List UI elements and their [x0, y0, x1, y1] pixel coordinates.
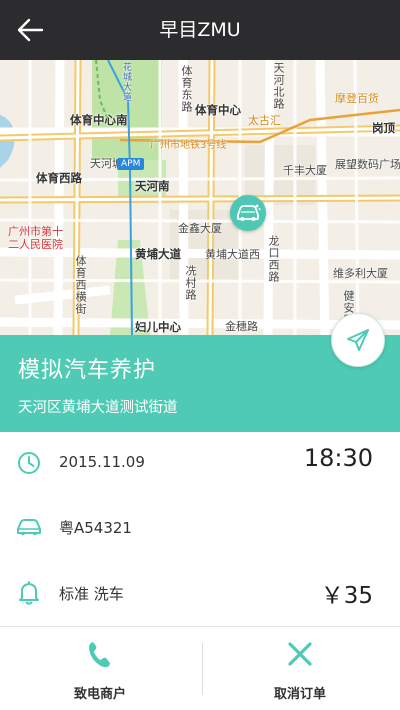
- call-merchant-label: 致电商户: [73, 687, 126, 702]
- car-marker[interactable]: [230, 195, 266, 231]
- map-label: 体育西路: [36, 171, 82, 185]
- top-bar: 早目ZMU: [0, 0, 400, 60]
- map-label: 广州市地铁3号线: [150, 140, 227, 151]
- navigate-button[interactable]: [331, 313, 385, 367]
- map-label: 天河南: [135, 179, 170, 193]
- map-label: 天河北路: [272, 62, 285, 110]
- bottom-action-bar: 致电商户 取消订单: [0, 626, 400, 710]
- merchant-address: 天河区黄埔大道测试街道: [18, 400, 178, 416]
- service-name: 标准 洗车: [59, 585, 124, 603]
- map-view[interactable]: 体育中心南 体育中心 体育西路 天河城 天河南 黄埔大道 黄埔大道西 妇儿中心 …: [0, 60, 400, 335]
- map-label: 金鑫大厦: [178, 222, 222, 235]
- close-icon: [288, 642, 312, 666]
- map-label: 展望数码广场: [335, 158, 400, 171]
- appointment-time-row: 2015.11.09 18:30: [0, 436, 400, 496]
- arrow-left-icon: [17, 18, 44, 42]
- clock-icon: [15, 449, 43, 477]
- map-label: 黄埔大道: [135, 247, 181, 261]
- cancel-order-button[interactable]: 取消订单: [200, 627, 400, 710]
- car-icon: [15, 513, 43, 541]
- car-marker-icon: [237, 204, 261, 221]
- map-label: 金穗路: [225, 320, 258, 333]
- service-row: 标准 洗车 ￥35: [0, 566, 400, 626]
- service-price: ￥35: [320, 583, 373, 609]
- map-label: 妇儿中心: [135, 320, 181, 334]
- map-label: 体育东路: [180, 65, 193, 113]
- map-label: 岗顶: [372, 121, 395, 135]
- metro-station-tag: APM: [117, 158, 145, 170]
- cancel-order-label: 取消订单: [273, 687, 326, 702]
- map-label: 黄埔大道西: [205, 248, 260, 261]
- page-title: 早目ZMU: [159, 19, 241, 41]
- back-button[interactable]: [0, 0, 60, 60]
- map-label: 体育西横街: [74, 255, 87, 315]
- appointment-date: 2015.11.09: [59, 453, 145, 471]
- paper-plane-icon: [347, 329, 369, 351]
- map-label: 花城大道: [121, 62, 131, 102]
- bell-icon: [15, 579, 43, 607]
- phone-icon: [89, 642, 110, 668]
- map-label: 广州市第十二人民医院: [8, 225, 63, 251]
- appointment-time: 18:30: [303, 444, 373, 472]
- map-label: 千丰大厦: [283, 164, 327, 177]
- map-label: 体育中心南: [70, 113, 128, 127]
- map-label: 龙口西路: [267, 235, 280, 283]
- vehicle-row: 粤A54321: [0, 500, 400, 560]
- map-label: 维多利大厦: [333, 267, 388, 280]
- map-label: 冼村路: [184, 265, 197, 301]
- map-label: 摩登百货: [335, 92, 379, 105]
- vehicle-plate: 粤A54321: [59, 519, 132, 537]
- call-merchant-button[interactable]: 致电商户: [0, 627, 200, 710]
- map-label: 体育中心: [195, 103, 241, 117]
- map-label: 太古汇: [248, 114, 281, 127]
- merchant-name: 模拟汽车养护: [18, 358, 157, 383]
